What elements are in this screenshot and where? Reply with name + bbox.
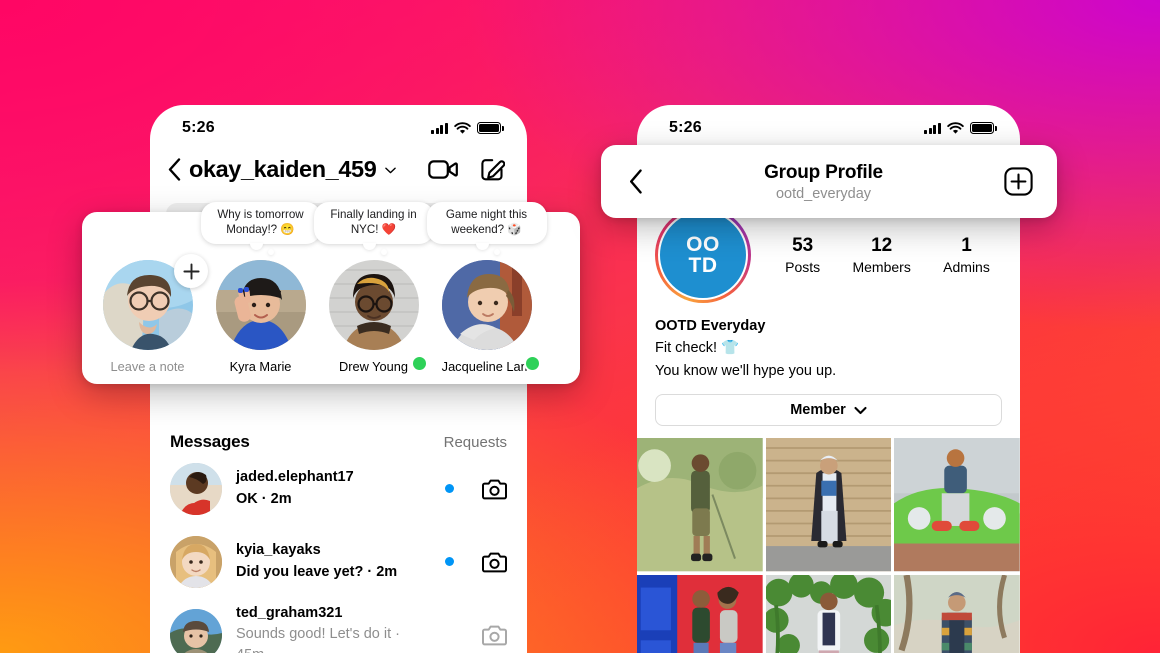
note-bubble[interactable]: Game night this weekend? 🎲 — [426, 202, 547, 255]
conversation-username: jaded.elephant17 — [236, 469, 354, 486]
stat-value: 12 — [871, 235, 893, 256]
page-subtitle: ootd_everyday — [775, 185, 872, 202]
conversation-preview: OK · 2m — [236, 490, 292, 507]
chevron-down-icon[interactable] — [385, 165, 397, 176]
grid-cell-5[interactable] — [765, 574, 892, 653]
dm-username-title[interactable]: okay_kaiden_459 — [189, 156, 377, 183]
unread-dot — [445, 557, 454, 566]
table-row[interactable]: kyia_kayaks Did you leave yet? · 2m — [150, 525, 527, 598]
note-item-leave-a-note[interactable]: Leave a note — [91, 254, 208, 374]
note-item-kyra-marie[interactable]: Why is tomorrow Monday!? 😁 Kyra Marie — [200, 202, 321, 374]
conversation-username: ted_graham321 — [236, 604, 343, 621]
stat-label: Members — [852, 259, 911, 275]
stat-value: 53 — [792, 235, 814, 256]
note-item-drew-young[interactable]: Finally landing in NYC! ❤️ Drew Young — [313, 202, 434, 374]
compose-pencil-icon[interactable] — [480, 157, 505, 182]
avatar — [170, 608, 222, 653]
unread-dot — [445, 484, 454, 493]
note-label: Kyra Marie — [229, 359, 292, 374]
table-row[interactable]: ted_graham321 Sounds good! Let's do it ·… — [150, 598, 527, 653]
group-profile-header-card: Group Profile ootd_everyday — [601, 145, 1057, 218]
chevron-left-icon[interactable] — [629, 169, 643, 194]
wifi-icon — [454, 121, 471, 134]
messages-title: Messages — [170, 432, 250, 451]
group-stats: 53 Posts 12 Members 1 Admins — [751, 235, 1020, 275]
conversation-preview: Sounds good! Let's do it · 45m — [236, 626, 400, 653]
avatar — [170, 462, 222, 515]
member-button-label: Member — [790, 402, 846, 419]
group-post-grid — [637, 438, 1020, 653]
dm-header: okay_kaiden_459 — [150, 145, 527, 191]
online-status-indicator — [411, 355, 428, 372]
note-label: Drew Young — [338, 359, 408, 374]
stat-members[interactable]: 12 Members — [852, 235, 910, 275]
cellular-bars-icon — [924, 122, 941, 134]
status-bar-right: 5:26 — [637, 105, 1020, 145]
avatar[interactable] — [328, 260, 419, 350]
requests-link[interactable]: Requests — [444, 434, 507, 451]
conversation-username: kyia_kayaks — [236, 542, 321, 559]
note-label: Jacqueline Lam — [441, 359, 532, 374]
member-button[interactable]: Member — [655, 394, 1002, 427]
plus-square-icon[interactable] — [1004, 167, 1033, 196]
avatar[interactable] — [215, 260, 306, 350]
group-avatar-line2: TD — [688, 254, 718, 277]
note-item-jacqueline-lam[interactable]: Game night this weekend? 🎲 Jacqueline La… — [426, 202, 547, 374]
wifi-icon — [947, 121, 964, 134]
messages-section-header: Messages Requests — [150, 432, 527, 452]
stat-value: 1 — [961, 235, 972, 256]
group-bio-line-2: You know we'll hype you up. — [655, 362, 837, 379]
status-time: 5:26 — [669, 119, 702, 136]
screenshot-stage: 5:26 okay_kaiden_459 Messages Requests j… — [0, 0, 1160, 653]
table-row[interactable]: jaded.elephant17 OK · 2m — [150, 452, 527, 525]
story-gradient-ring[interactable]: OO TD — [655, 207, 751, 303]
camera-icon[interactable] — [482, 551, 507, 573]
group-avatar-line1: OO — [686, 232, 720, 256]
note-bubble[interactable]: Why is tomorrow Monday!? 😁 — [200, 202, 321, 255]
group-bio-line-1: Fit check! 👕 — [655, 340, 740, 357]
status-bar-left: 5:26 — [150, 105, 527, 145]
stat-label: Posts — [785, 259, 821, 275]
grid-cell-6[interactable] — [894, 574, 1020, 653]
plus-icon[interactable] — [174, 254, 208, 288]
avatar[interactable] — [441, 260, 532, 350]
group-bio: OOTD Everyday Fit check! 👕 You know we'l… — [637, 303, 1020, 382]
stat-label: Admins — [943, 259, 990, 275]
notes-card: Leave a note Why is tomorrow Monday!? 😁 — [82, 202, 580, 384]
stat-posts[interactable]: 53 Posts — [785, 235, 820, 275]
online-status-indicator — [524, 355, 541, 372]
group-display-name: OOTD Everyday — [655, 318, 766, 334]
page-title: Group Profile — [764, 161, 883, 183]
chevron-left-icon[interactable] — [168, 157, 181, 181]
grid-cell-4[interactable] — [637, 574, 763, 653]
cellular-bars-icon — [431, 122, 448, 134]
chevron-down-icon — [854, 406, 867, 414]
note-label: Leave a note — [110, 359, 185, 374]
grid-cell-3[interactable] — [894, 438, 1020, 572]
stat-admins[interactable]: 1 Admins — [943, 235, 990, 275]
note-bubble[interactable]: Finally landing in NYC! ❤️ — [313, 202, 434, 255]
camera-icon[interactable] — [482, 624, 507, 646]
battery-full-icon — [970, 122, 997, 134]
conversation-preview: Did you leave yet? · 2m — [236, 563, 398, 580]
grid-cell-2[interactable] — [765, 438, 892, 572]
battery-full-icon — [477, 122, 504, 134]
camera-icon[interactable] — [482, 478, 507, 500]
avatar — [170, 535, 222, 588]
video-camera-icon[interactable] — [428, 158, 458, 181]
group-avatar[interactable]: OO TD — [658, 210, 748, 300]
grid-cell-1[interactable] — [637, 438, 763, 572]
status-time: 5:26 — [182, 119, 215, 136]
